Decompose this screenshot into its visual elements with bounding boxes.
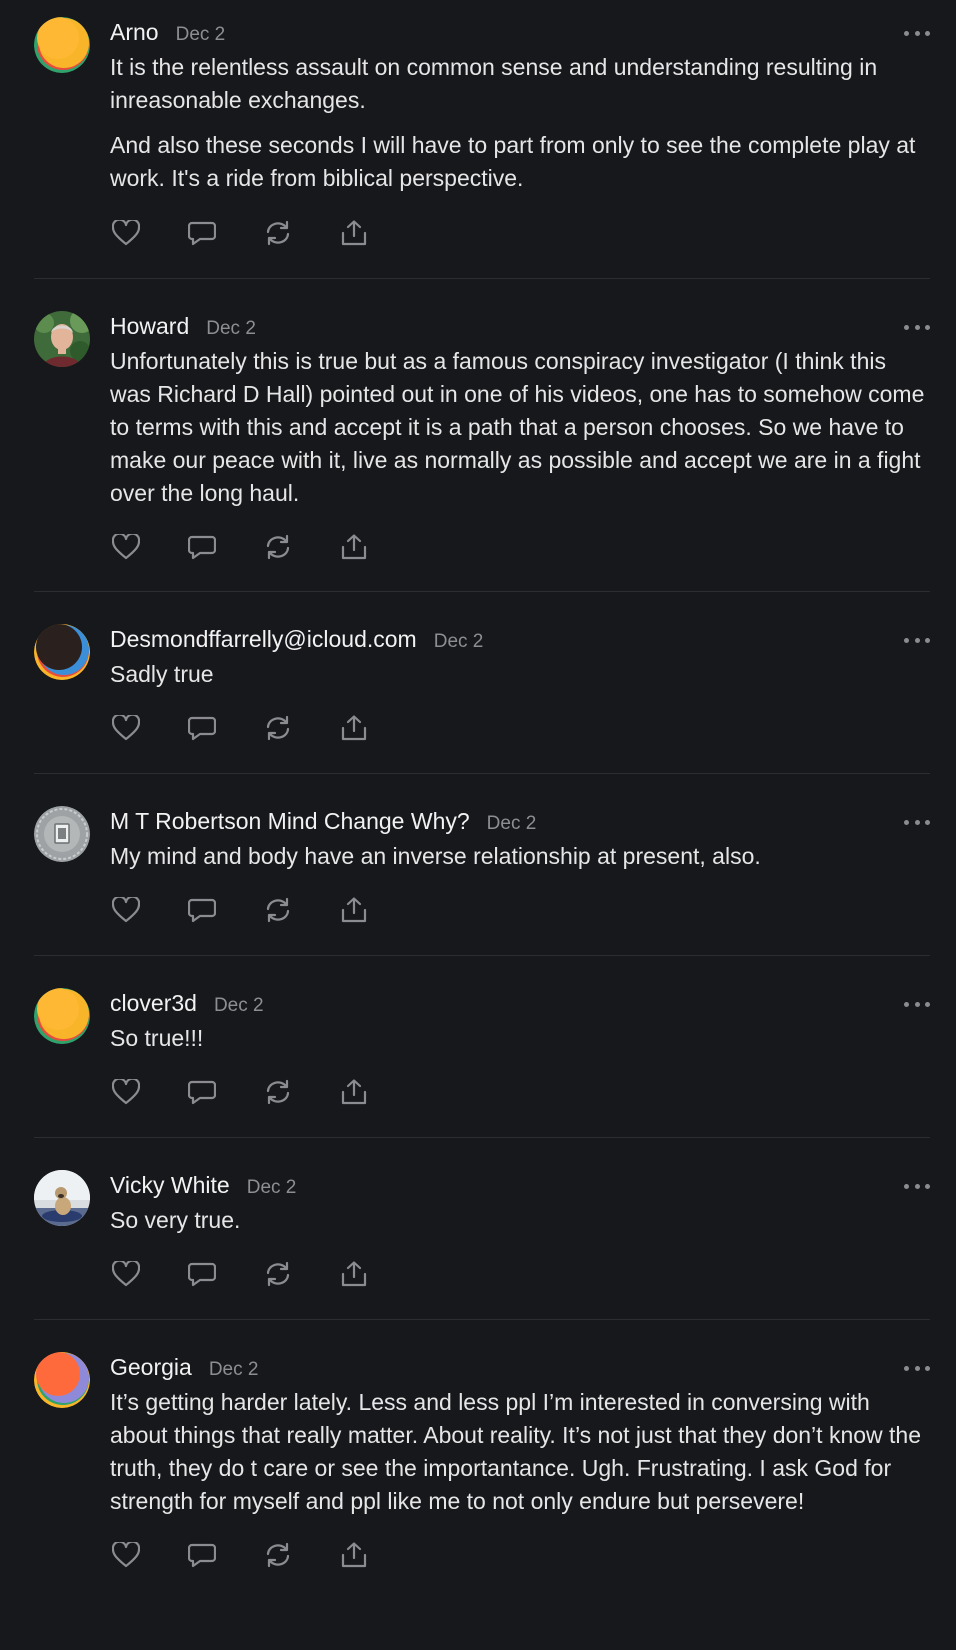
- comment-paragraph: Unfortunately this is true but as a famo…: [110, 348, 925, 506]
- comment-paragraph: And also these seconds I will have to pa…: [110, 132, 916, 191]
- restack-icon[interactable]: [262, 894, 294, 926]
- comment-body: Sadly true: [110, 658, 930, 691]
- author-name[interactable]: clover3d: [110, 988, 197, 1018]
- comment-bubble-icon[interactable]: [186, 1258, 218, 1290]
- comment-date[interactable]: Dec 2: [176, 20, 226, 50]
- comment: Vicky White Dec 2 So very true.: [34, 1138, 930, 1320]
- avatar[interactable]: [34, 624, 90, 680]
- more-dots-icon[interactable]: [904, 1363, 930, 1373]
- comment: Georgia Dec 2 It’s getting harder lately…: [34, 1320, 930, 1591]
- more-dots-icon[interactable]: [904, 817, 930, 827]
- share-icon[interactable]: [338, 1258, 370, 1290]
- restack-icon[interactable]: [262, 1539, 294, 1571]
- more-dots-icon[interactable]: [904, 999, 930, 1009]
- share-icon[interactable]: [338, 531, 370, 563]
- comment-paragraph: Sadly true: [110, 661, 214, 687]
- avatar[interactable]: [34, 1352, 90, 1408]
- comment-bubble-icon[interactable]: [186, 531, 218, 563]
- more-dots-icon[interactable]: [904, 28, 930, 38]
- comment-date[interactable]: Dec 2: [214, 991, 264, 1021]
- heart-icon[interactable]: [110, 531, 142, 563]
- author-name[interactable]: Georgia: [110, 1352, 192, 1382]
- share-icon[interactable]: [338, 894, 370, 926]
- share-icon[interactable]: [338, 712, 370, 744]
- comment-body: Unfortunately this is true but as a famo…: [110, 345, 930, 510]
- share-icon[interactable]: [338, 1076, 370, 1108]
- comment-feed: Arno Dec 2 It is the relentless assault …: [34, 0, 930, 1591]
- comment-paragraph: My mind and body have an inverse relatio…: [110, 843, 761, 869]
- restack-icon[interactable]: [262, 1076, 294, 1108]
- comment-body: So very true.: [110, 1204, 930, 1237]
- comment-bubble-icon[interactable]: [186, 894, 218, 926]
- restack-icon[interactable]: [262, 712, 294, 744]
- more-dots-icon[interactable]: [904, 322, 930, 332]
- comment-date[interactable]: Dec 2: [434, 627, 484, 657]
- heart-icon[interactable]: [110, 712, 142, 744]
- comment: Howard Dec 2 Unfortunately this is true …: [34, 279, 930, 592]
- comment-date[interactable]: Dec 2: [209, 1355, 259, 1385]
- more-dots-icon[interactable]: [904, 635, 930, 645]
- more-dots-icon[interactable]: [904, 1181, 930, 1191]
- heart-icon[interactable]: [110, 1258, 142, 1290]
- comment-bubble-icon[interactable]: [186, 217, 218, 249]
- comment-bubble-icon[interactable]: [186, 1539, 218, 1571]
- avatar[interactable]: [34, 311, 90, 367]
- author-name[interactable]: Arno: [110, 17, 159, 47]
- comment-date[interactable]: Dec 2: [247, 1173, 297, 1203]
- comment-paragraph: It’s getting harder lately. Less and les…: [110, 1389, 922, 1514]
- comment-body: My mind and body have an inverse relatio…: [110, 840, 930, 873]
- avatar[interactable]: [34, 17, 90, 73]
- comment-date[interactable]: Dec 2: [206, 314, 256, 344]
- avatar[interactable]: [34, 1170, 90, 1226]
- comment-paragraph: It is the relentless assault on common s…: [110, 54, 878, 113]
- heart-icon[interactable]: [110, 894, 142, 926]
- comment-body: It’s getting harder lately. Less and les…: [110, 1386, 930, 1518]
- share-icon[interactable]: [338, 1539, 370, 1571]
- heart-icon[interactable]: [110, 217, 142, 249]
- author-name[interactable]: M T Robertson Mind Change Why?: [110, 806, 470, 836]
- restack-icon[interactable]: [262, 1258, 294, 1290]
- comment: Arno Dec 2 It is the relentless assault …: [34, 0, 930, 279]
- comment-bubble-icon[interactable]: [186, 712, 218, 744]
- comment: Desmondffarrelly@icloud.com Dec 2 Sadly …: [34, 592, 930, 774]
- restack-icon[interactable]: [262, 531, 294, 563]
- avatar[interactable]: [34, 806, 90, 862]
- comment-paragraph: So very true.: [110, 1207, 241, 1233]
- author-name[interactable]: Howard: [110, 311, 189, 341]
- heart-icon[interactable]: [110, 1076, 142, 1108]
- restack-icon[interactable]: [262, 217, 294, 249]
- avatar[interactable]: [34, 988, 90, 1044]
- comment-date[interactable]: Dec 2: [487, 809, 537, 839]
- share-icon[interactable]: [338, 217, 370, 249]
- author-name[interactable]: Vicky White: [110, 1170, 230, 1200]
- comment: M T Robertson Mind Change Why? Dec 2 My …: [34, 774, 930, 956]
- comment-paragraph: So true!!!: [110, 1025, 204, 1051]
- comment-bubble-icon[interactable]: [186, 1076, 218, 1108]
- comment-body: It is the relentless assault on common s…: [110, 51, 930, 195]
- heart-icon[interactable]: [110, 1539, 142, 1571]
- comment: clover3d Dec 2 So true!!!: [34, 956, 930, 1138]
- comment-body: So true!!!: [110, 1022, 930, 1055]
- author-name[interactable]: Desmondffarrelly@icloud.com: [110, 624, 417, 654]
